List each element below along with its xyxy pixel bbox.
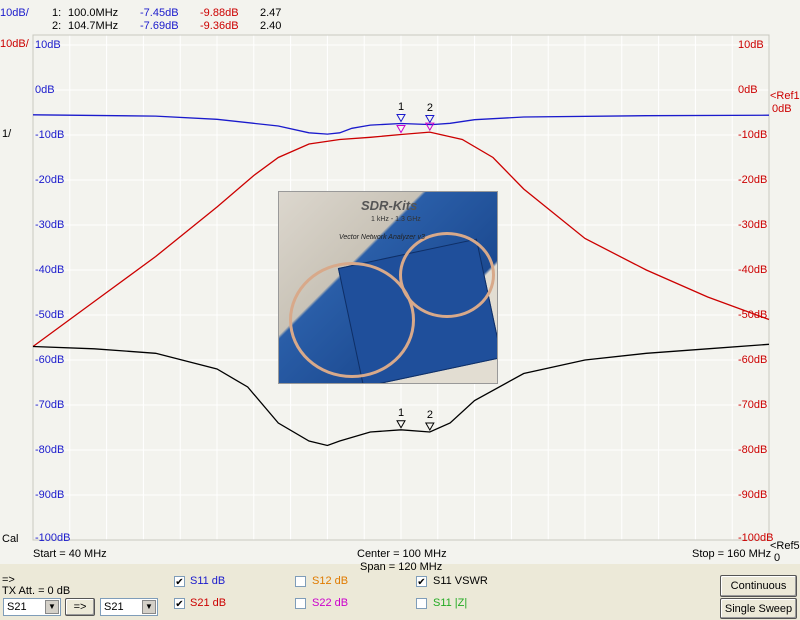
- s11-db-label: S11 dB: [190, 575, 226, 587]
- plot-area[interactable]: 10dB/ 1: 100.0MHz -7.45dB -9.88dB 2.47 2…: [0, 0, 800, 564]
- y-label-left: -70dB: [35, 399, 65, 411]
- marker-2-label-vswr: 2: [426, 409, 433, 421]
- y-label-left: -50dB: [35, 309, 65, 321]
- chevron-down-icon[interactable]: ▼: [45, 600, 59, 614]
- marker2-vswr: 2.40: [260, 20, 282, 32]
- s21-db-checkbox[interactable]: ✔: [174, 598, 185, 610]
- ref1-value: 0dB: [772, 103, 792, 115]
- vswr-scale-label: 1/: [2, 128, 12, 140]
- cal-label: Cal: [2, 533, 19, 545]
- cable: [289, 262, 415, 378]
- y-label-left: 10dB: [35, 39, 61, 51]
- y-label-right: -70dB: [738, 399, 768, 411]
- s12-db-checkbox[interactable]: [295, 576, 306, 587]
- y-label-left: -40dB: [35, 264, 65, 276]
- y-label-right: -20dB: [738, 174, 768, 186]
- marker1-vswr: 2.47: [260, 7, 282, 19]
- y-label-right: -10dB: [738, 129, 768, 141]
- span-frequency: Span = 120 MHz: [360, 561, 443, 573]
- cable: [399, 232, 495, 318]
- y-label-left: -30dB: [35, 219, 65, 231]
- left-scale-label: 10dB/: [0, 38, 29, 50]
- s21-db-label: S21 dB: [190, 597, 227, 609]
- marker1-s21: -9.88dB: [200, 7, 239, 19]
- photo-vna-label: Vector Network Analyzer v3: [339, 234, 425, 241]
- stop-frequency: Stop = 160 MHz: [692, 548, 772, 560]
- s11-z-checkbox[interactable]: [416, 598, 427, 609]
- y-label-left: -20dB: [35, 174, 65, 186]
- measurement-select-right[interactable]: S21 ▼: [100, 598, 158, 616]
- y-label-right: 0dB: [738, 84, 758, 96]
- y-label-left: -60dB: [35, 354, 65, 366]
- center-frequency: Center = 100 MHz: [357, 548, 447, 560]
- ref5-value: 0: [774, 552, 781, 564]
- s22-db-checkbox[interactable]: [295, 598, 306, 609]
- measurement-select-left[interactable]: S21 ▼: [3, 598, 61, 616]
- marker2-id: 2:: [52, 20, 62, 32]
- transfer-button[interactable]: =>: [65, 598, 95, 616]
- single-sweep-button[interactable]: Single Sweep: [720, 598, 797, 619]
- marker-2-triangle: [424, 422, 435, 432]
- s12-db-label: S12 dB: [312, 575, 349, 587]
- marker-2-triangle: [424, 115, 435, 124]
- marker-scale-label: 10dB/: [0, 7, 29, 19]
- ref1-label: <Ref1: [770, 90, 800, 102]
- marker1-freq: 100.0MHz: [68, 7, 119, 19]
- photo-subtitle: 1 kHz - 1.3 GHz: [371, 216, 421, 223]
- s11-z-label: S11 |Z|: [433, 597, 468, 609]
- y-label-left: 0dB: [35, 84, 55, 96]
- marker1-id: 1:: [52, 7, 62, 19]
- device-photo: SDR-Kits 1 kHz - 1.3 GHz Vector Network …: [278, 191, 498, 384]
- marker2-freq: 104.7MHz: [68, 20, 119, 32]
- y-label-right: -30dB: [738, 219, 768, 231]
- s22-db-label: S22 dB: [312, 597, 349, 609]
- marker1-s11: -7.45dB: [140, 7, 179, 19]
- tx-att-label: TX Att. = 0 dB: [2, 585, 71, 597]
- y-label-right: -60dB: [738, 354, 768, 366]
- marker-1-label-vswr: 1: [398, 406, 405, 419]
- y-label-left: -80dB: [35, 444, 65, 456]
- y-label-right: -50dB: [738, 309, 768, 321]
- photo-brand: SDR-Kits: [361, 198, 418, 213]
- select-value: S21: [7, 601, 27, 613]
- s11-vswr-label: S11 VSWR: [433, 575, 488, 587]
- y-label-right: -100dB: [738, 532, 774, 544]
- start-frequency: Start = 40 MHz: [33, 548, 107, 560]
- y-label-right: 10dB: [738, 39, 764, 51]
- y-label-right: -40dB: [738, 264, 768, 276]
- ref5-label: <Ref5: [770, 540, 800, 552]
- y-label-right: -90dB: [738, 489, 768, 501]
- chevron-down-icon[interactable]: ▼: [142, 600, 156, 614]
- marker2-s11: -7.69dB: [140, 20, 179, 32]
- s11-db-checkbox[interactable]: ✔: [174, 576, 185, 588]
- s11-vswr-checkbox[interactable]: ✔: [416, 576, 427, 588]
- y-label-right: -80dB: [738, 444, 768, 456]
- marker2-s21: -9.36dB: [200, 20, 239, 32]
- marker-2-label-s11: 2: [426, 101, 433, 114]
- y-label-left: -90dB: [35, 489, 65, 501]
- y-label-left: -10dB: [35, 129, 65, 141]
- select-value: S21: [104, 601, 124, 613]
- continuous-button[interactable]: Continuous: [720, 575, 797, 597]
- marker-1-label-s11: 1: [398, 100, 405, 113]
- y-label-left: -100dB: [35, 532, 71, 544]
